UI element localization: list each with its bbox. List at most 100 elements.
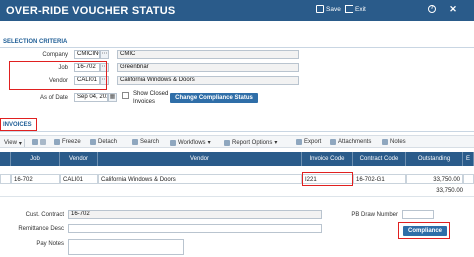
cell-contract-code[interactable]: 16-702-G1 bbox=[353, 174, 406, 184]
page-title: OVER-RIDE VOUCHER STATUS bbox=[6, 5, 176, 17]
change-compliance-status-button[interactable]: Change Compliance Status bbox=[170, 93, 258, 103]
view-label: View bbox=[4, 140, 17, 146]
pb-draw-number-label: PB Draw Number bbox=[351, 212, 398, 218]
workflows-menu[interactable]: Workflows ▾ bbox=[170, 139, 211, 146]
report-options-menu[interactable]: Report Options ▾ bbox=[224, 139, 277, 146]
print-button[interactable] bbox=[32, 139, 46, 145]
job-label: Job bbox=[58, 65, 68, 71]
view-menu[interactable]: View ▾ bbox=[4, 139, 25, 147]
cell-vendor-code[interactable]: CALI01 bbox=[60, 174, 98, 184]
column-header-outstanding[interactable]: Outstanding bbox=[406, 152, 463, 166]
cell-job[interactable]: 16-702 bbox=[11, 174, 60, 184]
search-icon bbox=[132, 139, 138, 145]
close-icon: ✕ bbox=[449, 4, 457, 14]
freeze-button[interactable]: Freeze bbox=[54, 139, 81, 145]
vendor-name-field: California Windows & Doors bbox=[117, 76, 299, 85]
outstanding-total: 33,750.00 bbox=[436, 188, 463, 194]
remittance-desc-label: Remittance Desc bbox=[18, 226, 64, 232]
cell-vendor-name[interactable]: California Windows & Doors bbox=[98, 174, 302, 184]
workflows-label: Workflows bbox=[178, 139, 206, 146]
exit-label: Exit bbox=[355, 5, 366, 13]
freeze-icon bbox=[54, 139, 60, 145]
separator bbox=[23, 139, 25, 147]
vendor-label: Vendor bbox=[48, 78, 68, 84]
as-of-date-label: As of Date bbox=[39, 95, 68, 101]
invoices-heading: INVOICES bbox=[3, 122, 32, 128]
company-input[interactable]: CMICINC bbox=[74, 50, 100, 59]
selection-criteria-heading: SELECTION CRITERIA bbox=[3, 39, 68, 45]
attachments-label: Attachments bbox=[338, 139, 372, 145]
row-select-header bbox=[0, 152, 11, 166]
as-of-date-input[interactable]: Sep 04, 2017 bbox=[74, 93, 108, 102]
job-lookup-button[interactable]: ⋯ bbox=[100, 63, 109, 72]
save-icon bbox=[316, 5, 324, 13]
attachments-button[interactable]: Attachments bbox=[330, 139, 371, 145]
lookup-icon: ⋯ bbox=[101, 51, 108, 57]
title-bar: OVER-RIDE VOUCHER STATUS Save Exit ? ✕ bbox=[0, 0, 474, 21]
show-closed-label-2: Invoices bbox=[133, 99, 156, 105]
lookup-icon: ⋯ bbox=[101, 64, 108, 70]
column-header-extra[interactable]: E bbox=[463, 152, 474, 166]
grid-toolbar: View ▾ Freeze Detach Search Workflows ▾ … bbox=[0, 135, 474, 148]
export-icon bbox=[296, 139, 302, 145]
divider bbox=[0, 196, 474, 197]
print-icon bbox=[32, 139, 38, 145]
save-button[interactable]: Save bbox=[316, 5, 341, 13]
report-icon bbox=[224, 139, 230, 146]
save-label: Save bbox=[326, 5, 341, 13]
notes-button[interactable]: Notes bbox=[382, 139, 406, 145]
exit-button[interactable]: Exit bbox=[345, 5, 366, 13]
show-closed-label: Show Closed bbox=[133, 91, 169, 97]
invoices-header: INVOICES bbox=[0, 120, 474, 130]
company-label: Company bbox=[42, 52, 68, 58]
detach-label: Detach bbox=[98, 139, 118, 145]
calendar-icon: ▦ bbox=[109, 94, 116, 100]
filter-icon bbox=[40, 139, 46, 145]
column-header-invoice-code[interactable]: Invoice Code bbox=[302, 152, 353, 166]
help-icon: ? bbox=[428, 5, 436, 13]
chevron-down-icon: ▾ bbox=[18, 140, 22, 147]
search-button[interactable]: Search bbox=[132, 139, 159, 145]
exit-icon bbox=[345, 5, 353, 13]
cust-contract-label: Cust. Contract bbox=[25, 212, 64, 218]
date-picker-button[interactable]: ▦ bbox=[108, 93, 117, 102]
cell-outstanding[interactable]: 33,750.00 bbox=[406, 174, 463, 184]
cell-extra[interactable] bbox=[463, 174, 474, 184]
attachment-icon bbox=[330, 139, 336, 145]
vendor-lookup-button[interactable]: ⋯ bbox=[100, 76, 109, 85]
close-button[interactable]: ✕ bbox=[449, 4, 457, 14]
job-input[interactable]: 16-702 bbox=[74, 63, 100, 72]
selection-criteria-header: SELECTION CRITERIA bbox=[0, 37, 474, 47]
show-closed-invoices-checkbox[interactable] bbox=[122, 92, 129, 99]
divider bbox=[0, 131, 474, 132]
company-name-field: CMIC bbox=[117, 50, 299, 59]
notes-label: Notes bbox=[390, 139, 406, 145]
lookup-icon: ⋯ bbox=[101, 77, 108, 83]
vendor-input[interactable]: CALI01 bbox=[74, 76, 100, 85]
compliance-button[interactable]: Compliance bbox=[403, 226, 447, 236]
pb-draw-number-input[interactable] bbox=[402, 210, 434, 219]
search-label: Search bbox=[140, 139, 160, 145]
job-name-field: Greenbriar bbox=[117, 63, 299, 72]
export-label: Export bbox=[304, 139, 322, 145]
help-button[interactable]: ? bbox=[428, 5, 436, 13]
company-lookup-button[interactable]: ⋯ bbox=[100, 50, 109, 59]
pay-notes-input[interactable] bbox=[68, 239, 184, 255]
column-header-vendor-name[interactable]: Vendor bbox=[98, 152, 302, 166]
detach-button[interactable]: Detach bbox=[90, 139, 117, 145]
divider bbox=[0, 47, 474, 48]
pay-notes-label: Pay Notes bbox=[36, 241, 64, 247]
freeze-label: Freeze bbox=[62, 139, 81, 145]
export-button[interactable]: Export bbox=[296, 139, 321, 145]
workflow-icon bbox=[170, 139, 176, 146]
cust-contract-field: 16-702 bbox=[68, 210, 322, 219]
column-header-contract-code[interactable]: Contract Code bbox=[353, 152, 406, 166]
report-options-label: Report Options bbox=[232, 139, 273, 146]
remittance-desc-input[interactable] bbox=[68, 224, 322, 233]
column-header-job[interactable]: Job bbox=[11, 152, 60, 166]
cell-invoice-code[interactable]: I221 bbox=[302, 174, 353, 184]
notes-icon bbox=[382, 139, 388, 145]
chevron-down-icon: ▾ bbox=[207, 140, 211, 146]
row-selector[interactable] bbox=[0, 174, 11, 184]
column-header-vendor-code[interactable]: Vendor bbox=[60, 152, 98, 166]
